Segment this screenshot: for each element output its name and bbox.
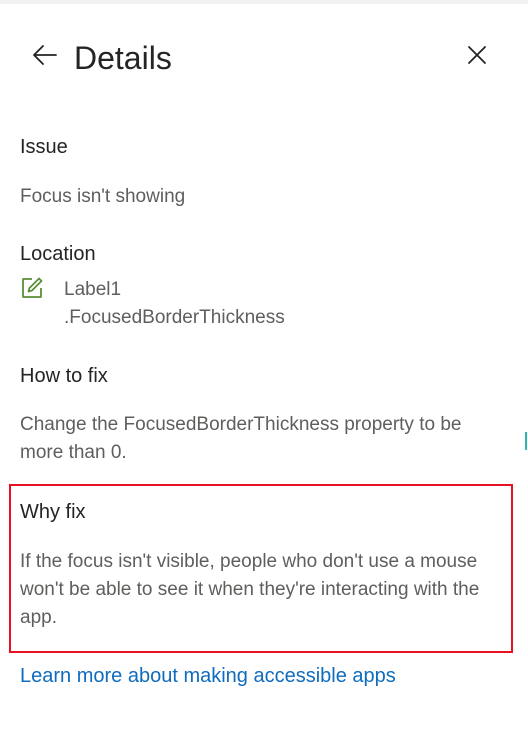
- page-title: Details: [74, 40, 172, 76]
- back-button[interactable]: [28, 40, 62, 74]
- why-fix-label: Why fix: [20, 501, 86, 523]
- issue-label: Issue: [20, 136, 68, 158]
- scroll-edge-indicator: [525, 432, 527, 450]
- location-control[interactable]: Label1: [64, 276, 121, 304]
- location-label: Location: [20, 243, 96, 265]
- location-row: Label1 .FocusedBorderThickness: [20, 274, 480, 334]
- close-button[interactable]: [462, 42, 492, 72]
- how-to-fix-label: How to fix: [20, 365, 108, 387]
- panel-header: Details: [0, 30, 528, 90]
- learn-more-link[interactable]: Learn more about making accessible apps: [20, 662, 396, 690]
- details-panel: Details Issue Focus isn't showing Locati…: [0, 0, 528, 748]
- why-fix-text: If the focus isn't visible, people who d…: [20, 551, 480, 628]
- edit-icon: [20, 276, 46, 302]
- location-property[interactable]: .FocusedBorderThickness: [64, 304, 285, 332]
- top-divider: [0, 0, 528, 4]
- close-icon: [467, 45, 487, 70]
- issue-text: Focus isn't showing: [20, 186, 186, 207]
- arrow-left-icon: [32, 44, 58, 71]
- how-to-fix-text: Change the FocusedBorderThickness proper…: [20, 414, 462, 463]
